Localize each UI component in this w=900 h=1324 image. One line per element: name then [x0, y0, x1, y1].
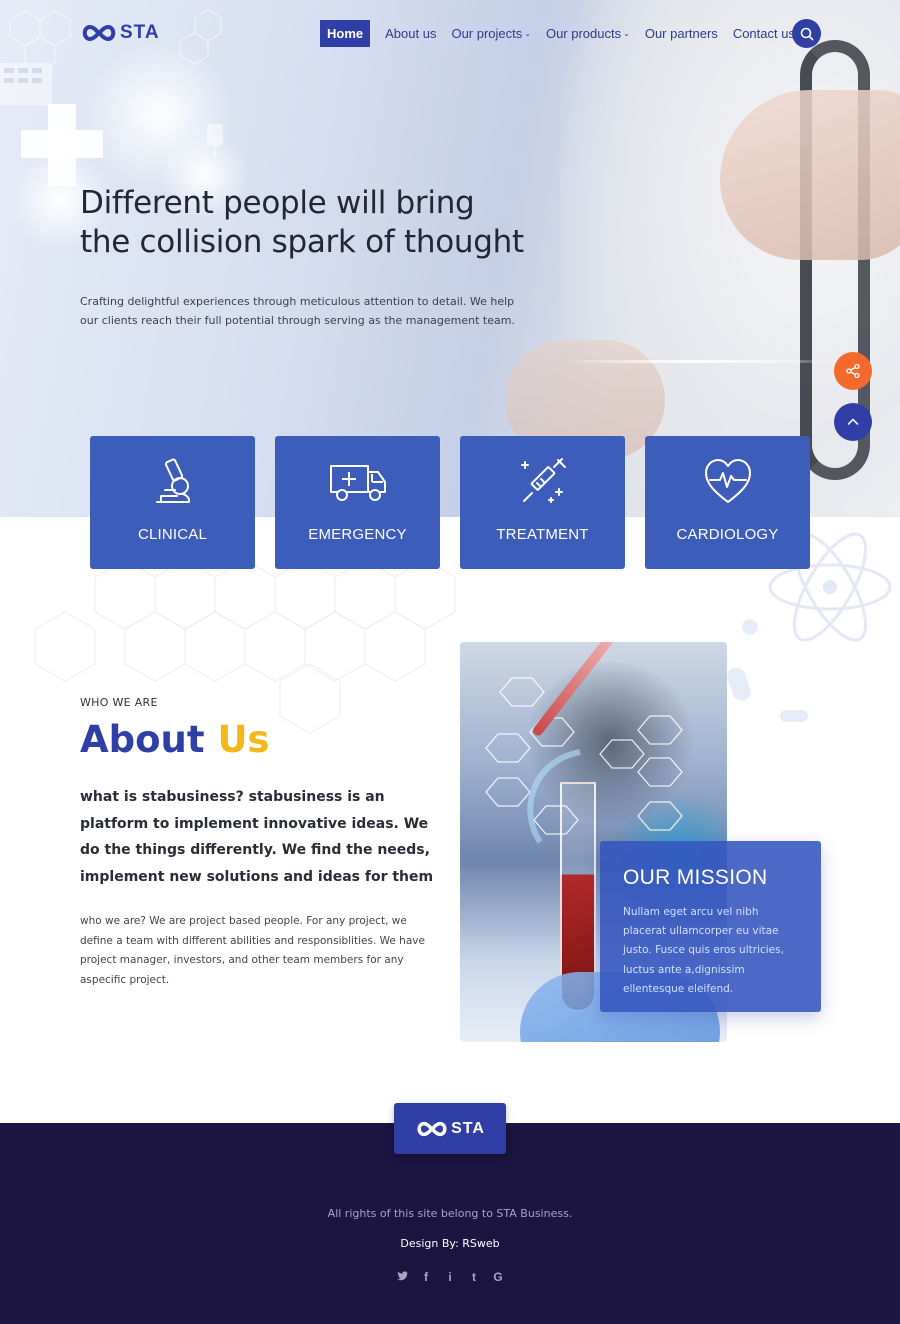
- service-label: CLINICAL: [137, 526, 208, 543]
- infinity-logo-icon: [82, 24, 116, 42]
- instagram-icon[interactable]: i: [438, 1270, 462, 1284]
- service-label: TREATMENT: [496, 526, 589, 543]
- mission-text: Nullam eget arcu vel nibh placerat ullam…: [623, 906, 784, 995]
- service-card-clinical[interactable]: CLINICAL: [90, 436, 255, 569]
- nav-about-us[interactable]: About us: [385, 20, 436, 47]
- search-icon: [800, 27, 813, 40]
- infinity-logo-icon: [417, 1121, 447, 1136]
- nav-contact-us[interactable]: Contact us: [733, 20, 795, 47]
- chevron-down-icon: ⌄: [623, 29, 630, 38]
- social-links: f i t G: [0, 1270, 900, 1284]
- scroll-to-top-button[interactable]: [834, 403, 872, 441]
- design-credit[interactable]: Design By: RSweb: [0, 1237, 900, 1250]
- share-button[interactable]: [834, 352, 872, 390]
- mission-title: OUR MISSION: [623, 866, 768, 889]
- syringe-icon: [520, 458, 566, 503]
- nav-our-projects[interactable]: Our projects ⌄: [451, 20, 531, 47]
- about-title: About Us: [80, 718, 270, 761]
- share-icon: [846, 363, 860, 379]
- heart-pulse-icon: [704, 459, 751, 503]
- chevron-down-icon: ⌄: [524, 29, 531, 38]
- service-label: CARDIOLOGY: [676, 526, 779, 543]
- hero-description: Crafting delightful experiences through …: [80, 295, 515, 327]
- logo-text: STA: [120, 22, 160, 43]
- ambulance-icon: [329, 465, 386, 501]
- logo[interactable]: STA: [80, 22, 160, 44]
- twitter-icon[interactable]: [390, 1270, 414, 1284]
- footer-logo-text: STA: [451, 1119, 485, 1137]
- copyright-text: All rights of this site belong to STA Bu…: [327, 1207, 573, 1220]
- nav-our-partners[interactable]: Our partners: [645, 20, 718, 47]
- main-nav: Home About us Our projects ⌄ Our products…: [320, 20, 810, 47]
- tumblr-icon[interactable]: t: [462, 1270, 486, 1284]
- service-card-emergency[interactable]: EMERGENCY: [275, 436, 440, 569]
- about-body: who we are? We are project based people.…: [80, 915, 425, 986]
- nav-our-products[interactable]: Our products ⌄: [546, 20, 630, 47]
- nav-home[interactable]: Home: [320, 20, 371, 47]
- section-eyebrow: WHO WE ARE: [80, 696, 158, 709]
- google-icon[interactable]: G: [486, 1270, 510, 1284]
- service-card-treatment[interactable]: TREATMENT: [460, 436, 625, 569]
- about-lead: what is stabusiness? stabusiness is an p…: [80, 789, 434, 885]
- footer-logo[interactable]: STA: [394, 1103, 506, 1154]
- service-card-cardiology[interactable]: CARDIOLOGY: [645, 436, 810, 569]
- hero-title: Different people will bring the collision…: [80, 185, 524, 260]
- search-button[interactable]: [792, 19, 821, 48]
- arrow-up-icon: [847, 418, 859, 426]
- mission-card: OUR MISSION Nullam eget arcu vel nibh pl…: [600, 841, 821, 1012]
- microscope-icon: [155, 458, 190, 503]
- service-label: EMERGENCY: [308, 526, 407, 543]
- facebook-icon[interactable]: f: [414, 1270, 438, 1284]
